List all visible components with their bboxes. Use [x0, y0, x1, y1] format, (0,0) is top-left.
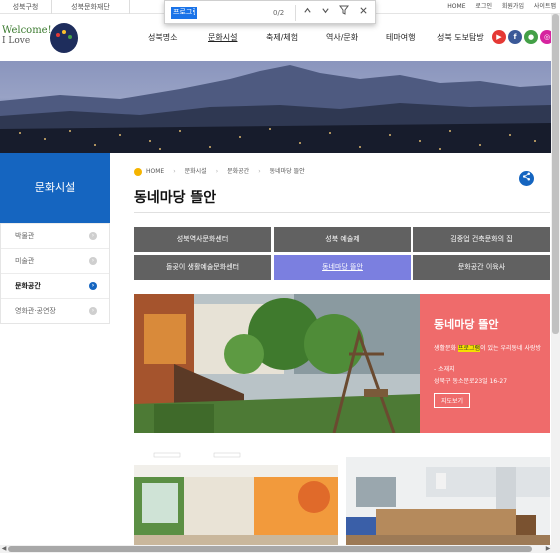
chevron-right-icon: ›	[89, 307, 97, 315]
tab-dolgoji-center[interactable]: 돌곶이 생활예술문화센터	[134, 255, 271, 280]
tab-yuksa[interactable]: 문화공간 이육사	[413, 255, 550, 280]
view-map-button[interactable]: 지도보기	[434, 393, 471, 408]
close-icon[interactable]	[355, 5, 371, 21]
home-link[interactable]: HOME	[447, 3, 465, 10]
breadcrumb-home[interactable]: HOME	[146, 168, 164, 175]
chevron-up-icon[interactable]	[299, 5, 315, 21]
title-divider	[134, 212, 550, 213]
find-match-count: 0/2	[273, 9, 285, 17]
page-title: 동네마당 뜰안	[134, 190, 217, 206]
hero-cityscape-image	[0, 65, 551, 153]
facebook-icon[interactable]: f	[508, 30, 522, 44]
find-divider	[295, 5, 296, 21]
interior-photo-1	[134, 447, 338, 547]
tab-art-festival[interactable]: 성북 예술제	[274, 227, 411, 252]
tab-architecture-house[interactable]: 김중업 건축문화의 집	[413, 227, 550, 252]
address-label: - 소재지	[434, 366, 455, 373]
nav-item-festival[interactable]: 축제/체험	[266, 32, 298, 43]
tab-dongne-madang[interactable]: 동네마당 뜰안	[274, 255, 411, 280]
logo-badge-icon	[50, 23, 78, 53]
logo-text: Welcome! I Love	[2, 25, 52, 47]
breadcrumb-separator: ›	[215, 168, 219, 175]
breadcrumb-culture-space[interactable]: 문화공간	[227, 168, 249, 175]
find-bar: 0/2	[164, 0, 376, 24]
vertical-scrollbar[interactable]	[551, 14, 560, 545]
home-icon	[134, 167, 142, 176]
site-link-culture-foundation[interactable]: 성북문화재단	[52, 0, 130, 14]
breadcrumb-cultural-facilities[interactable]: 문화시설	[185, 168, 207, 175]
chevron-down-icon[interactable]	[317, 5, 333, 21]
find-input[interactable]	[171, 7, 197, 19]
side-item-gallery[interactable]: 미술관 ›	[1, 248, 109, 273]
signup-link[interactable]: 회원가입	[502, 3, 524, 10]
scroll-left-icon[interactable]: ◀	[0, 545, 8, 553]
feature-description: 생활문화 프로그램이 있는 우리동네 사랑방	[434, 345, 542, 352]
nav-item-history[interactable]: 역사/문화	[326, 32, 358, 43]
chevron-right-icon: ›	[89, 257, 97, 265]
kitchen-image	[346, 447, 550, 547]
logo-line-1: Welcome!	[2, 25, 52, 36]
site-logo[interactable]: Welcome! I Love	[2, 23, 80, 55]
nav-item-attractions[interactable]: 성북명소	[148, 32, 177, 43]
tab-history-center[interactable]: 성북역사문화센터	[134, 227, 271, 252]
chevron-right-icon: ›	[89, 232, 97, 240]
feature-title: 동네마당 뜰안	[434, 318, 499, 331]
courtyard-image	[134, 294, 420, 433]
feature-info-panel: 동네마당 뜰안 생활문화 프로그램이 있는 우리동네 사랑방 - 소재지 성북구…	[420, 294, 550, 433]
logo-line-2: I Love	[2, 36, 31, 46]
nav-item-theme-travel[interactable]: 테마여행	[386, 32, 415, 43]
scroll-right-icon[interactable]: ▶	[544, 545, 552, 553]
login-link[interactable]: 로그인	[475, 3, 492, 10]
nav-item-walking-tour[interactable]: 성북 도보탐방	[437, 32, 484, 43]
feature-card: 동네마당 뜰안 생활문화 프로그램이 있는 우리동네 사랑방 - 소재지 성북구…	[134, 294, 550, 433]
horizontal-scroll-thumb[interactable]	[8, 546, 532, 552]
side-item-culture-space[interactable]: 문화공간 ›	[1, 273, 109, 298]
side-nav-title: 문화시설	[0, 153, 110, 223]
hero-banner	[0, 61, 551, 153]
share-icon[interactable]	[519, 171, 534, 186]
breadcrumb-current: 동네마당 뜰안	[269, 168, 305, 175]
chat-icon[interactable]: ●	[524, 30, 538, 44]
sitemap-link[interactable]: 사이트맵	[534, 3, 556, 10]
vertical-scroll-thumb[interactable]	[552, 14, 559, 334]
side-nav-list: 박물관 › 미술관 › 문화공간 › 영화관·공연장 ›	[0, 223, 110, 324]
horizontal-scrollbar[interactable]: ◀ ▶	[0, 545, 560, 553]
breadcrumb: HOME › 문화시설 › 문화공간 › 동네마당 뜰안	[134, 167, 305, 177]
side-item-label: 문화공간	[15, 282, 41, 290]
filter-icon[interactable]	[336, 5, 352, 21]
side-item-museum[interactable]: 박물관 ›	[1, 223, 109, 248]
breadcrumb-separator: ›	[173, 168, 176, 175]
chevron-right-icon: ›	[89, 282, 97, 290]
find-highlight: 프로그램	[458, 345, 481, 352]
side-item-label: 박물관	[15, 232, 35, 240]
interior-photo-2	[346, 447, 550, 547]
room-image	[134, 447, 338, 547]
site-link-seongbuk-gu[interactable]: 성북구청	[0, 0, 52, 14]
side-item-theater[interactable]: 영화관·공연장 ›	[1, 298, 109, 323]
breadcrumb-separator: ›	[258, 168, 261, 175]
side-item-label: 영화관·공연장	[15, 307, 56, 315]
side-item-label: 미술관	[15, 257, 35, 265]
feature-photo	[134, 294, 420, 433]
nav-item-cultural-facilities[interactable]: 문화시설	[208, 32, 237, 43]
utility-links: HOME 로그인 회원가입 사이트맵	[439, 0, 556, 14]
address-value: 성북구 동소문로23일 16-27	[434, 378, 508, 385]
youtube-icon[interactable]: ▶	[492, 30, 506, 44]
side-nav: 문화시설 박물관 › 미술관 › 문화공간 › 영화관·공연장 ›	[0, 153, 110, 328]
